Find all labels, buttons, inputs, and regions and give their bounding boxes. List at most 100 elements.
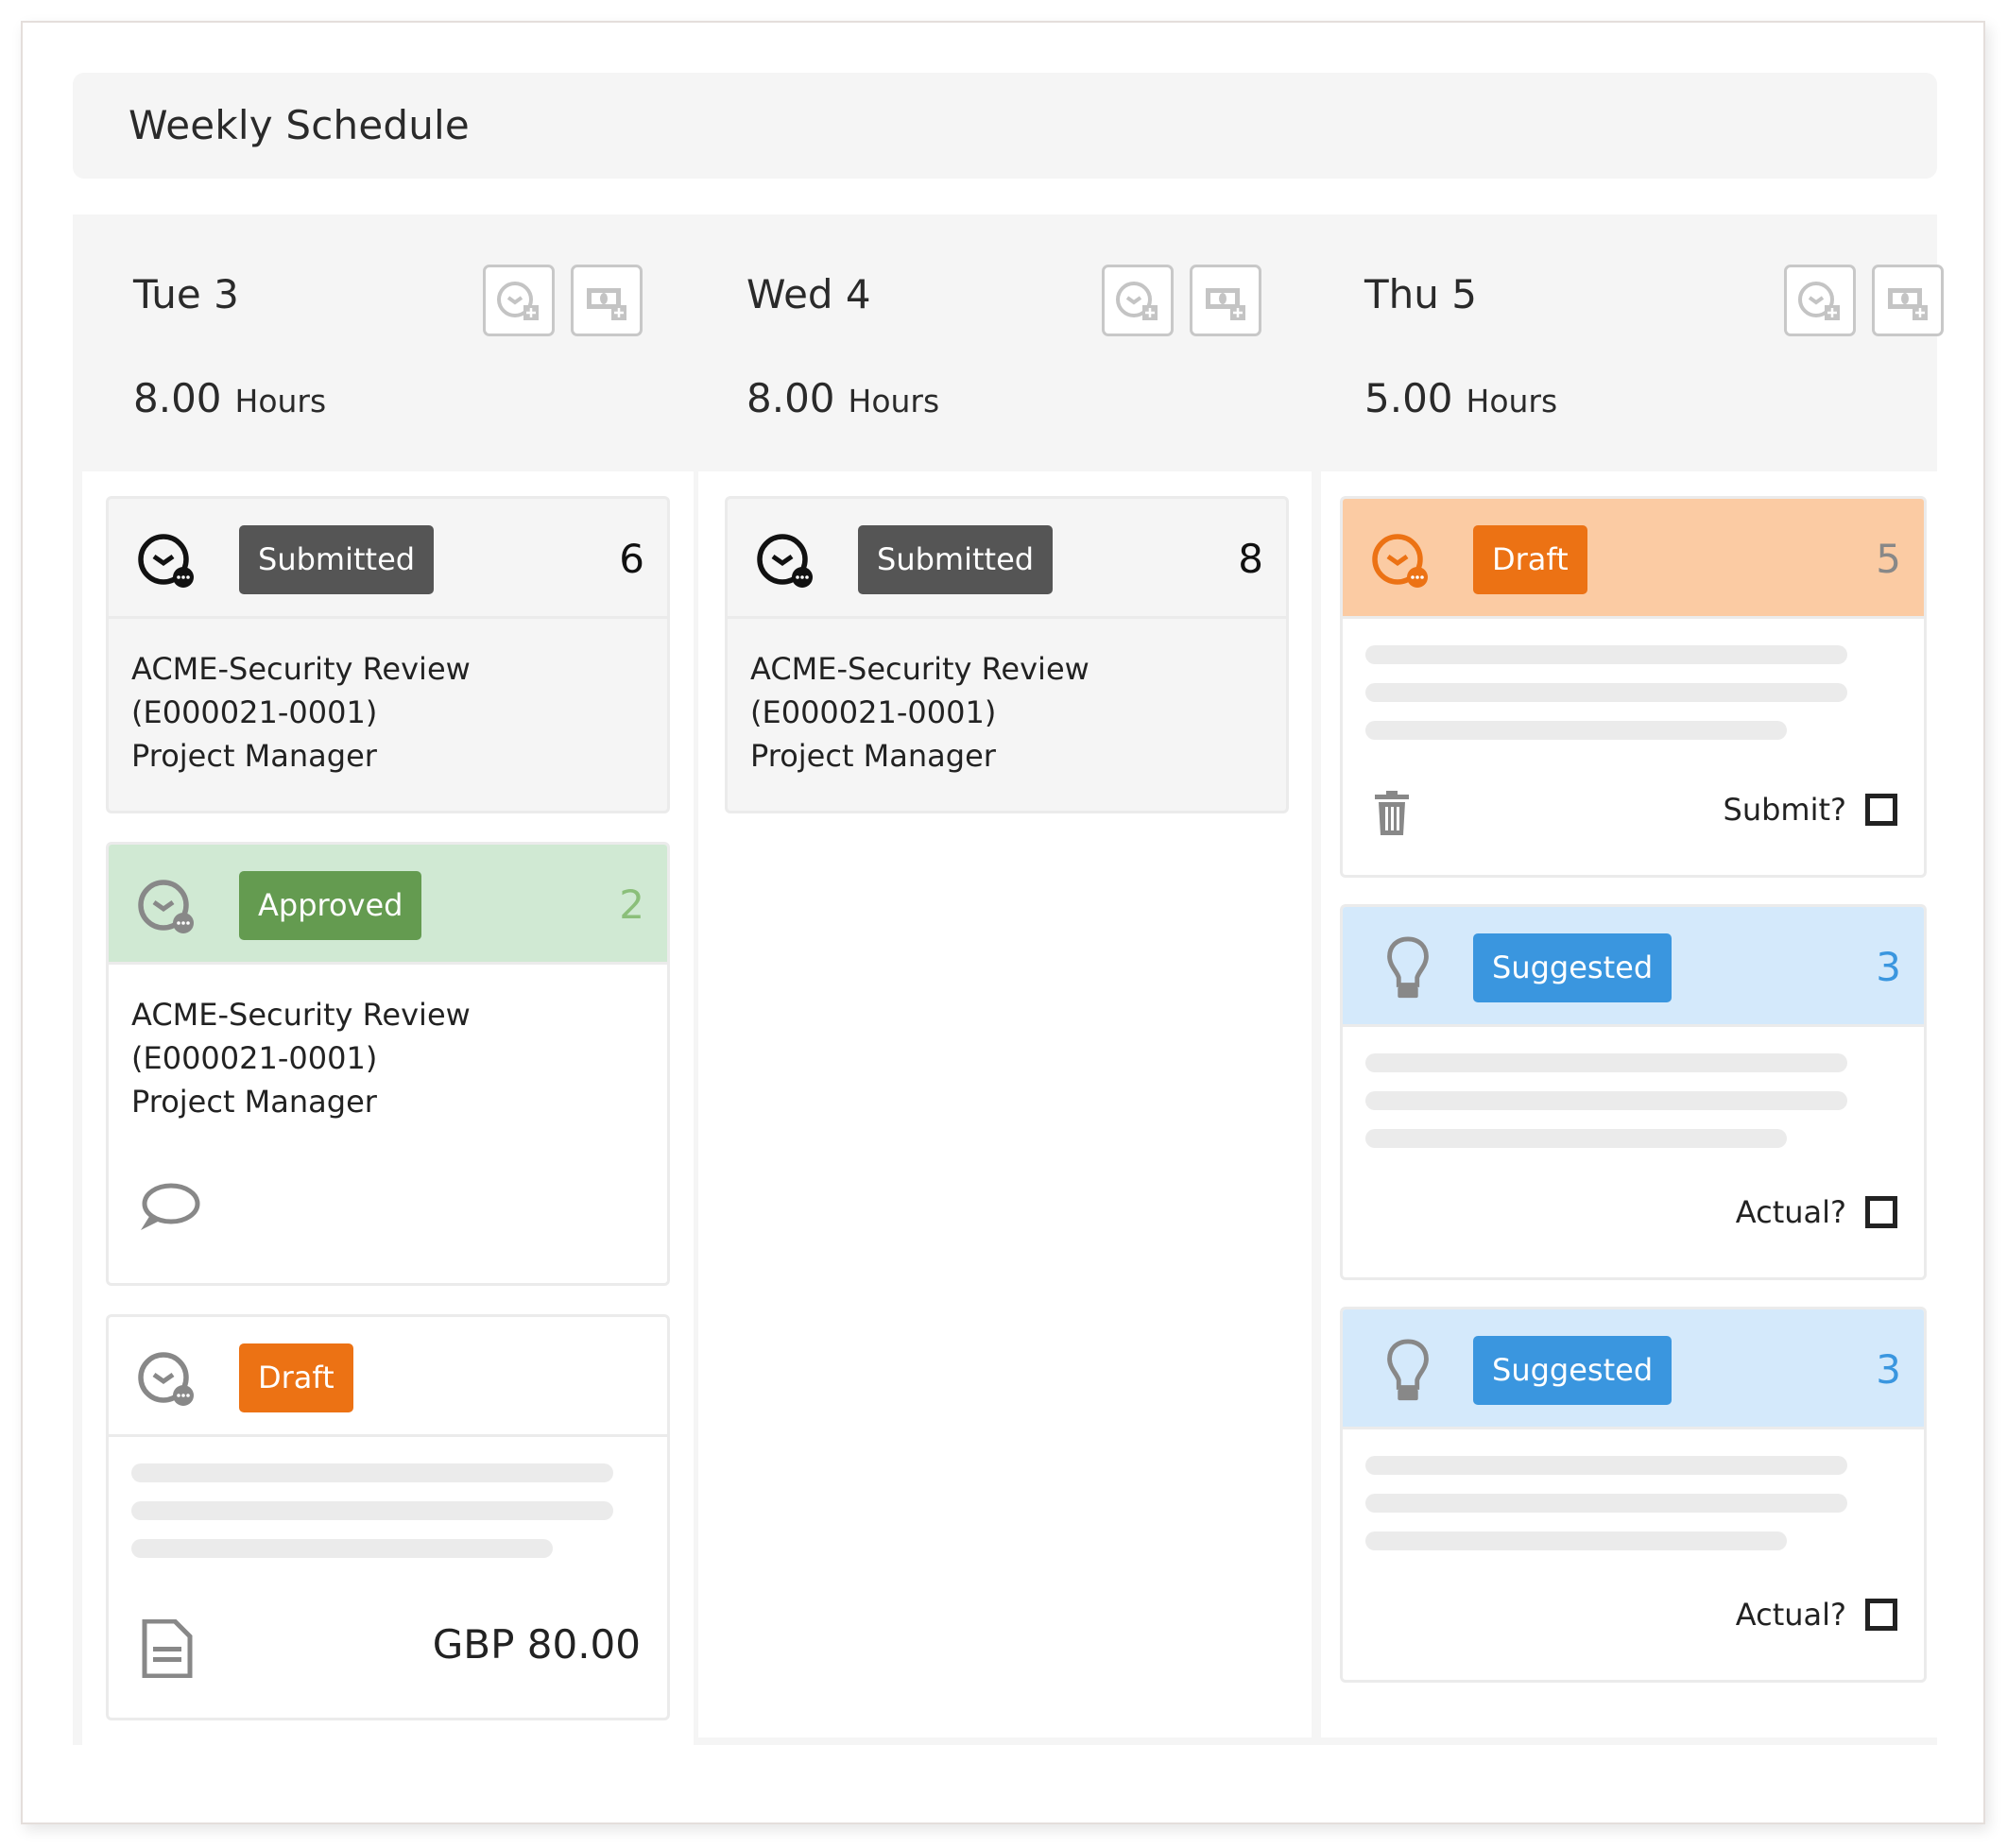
project-name: ACME-Security Review [131, 651, 471, 687]
entry-hours: 6 [619, 536, 644, 582]
project-name: ACME-Security Review [750, 651, 1089, 687]
role: Project Manager [131, 1084, 377, 1120]
card-header: Approved 2 [109, 845, 667, 965]
day-column-tue: Tue 3 8.00 Hours Submitted 6 ACME-Securi… [77, 214, 697, 1753]
day-name: Tue 3 [133, 271, 239, 317]
actual-label: Actual? [1735, 1194, 1846, 1230]
status-badge: Submitted [239, 525, 435, 594]
entry-hours: 2 [619, 881, 644, 928]
entry-hours: 3 [1876, 944, 1901, 990]
submit-label: Submit? [1723, 792, 1847, 828]
day-hours: 5.00 Hours [1364, 375, 1557, 421]
schedule-grid: Tue 3 8.00 Hours Submitted 6 ACME-Securi… [73, 214, 1947, 1753]
actual-checkbox-group: Actual? [1736, 1597, 1897, 1633]
day-header: Thu 5 5.00 Hours [1315, 214, 1944, 471]
card-header: Suggested 3 [1343, 1309, 1924, 1429]
lightbulb-icon [1387, 936, 1429, 999]
card-footer [131, 1181, 644, 1238]
clock-status-icon [138, 880, 194, 933]
day-header: Tue 3 8.00 Hours [77, 214, 697, 471]
suggested-entry-card[interactable]: Suggested 3 Actual? [1340, 904, 1927, 1280]
card-footer: GBP 80.00 [131, 1619, 644, 1678]
actual-checkbox[interactable] [1865, 1196, 1897, 1228]
card-header: Draft [109, 1317, 667, 1437]
role: Project Manager [750, 738, 996, 774]
clock-status-icon [757, 534, 813, 588]
actual-checkbox[interactable] [1865, 1599, 1897, 1631]
hours-value: 8.00 [133, 375, 222, 421]
day-column-wed: Wed 4 8.00 Hours Submitted 8 ACME-Securi… [696, 214, 1315, 1745]
suggested-entry-card[interactable]: Suggested 3 Actual? [1340, 1307, 1927, 1683]
hours-unit: Hours [848, 383, 940, 419]
card-header: Submitted 6 [109, 499, 667, 619]
weekly-schedule-panel: Weekly Schedule Tue 3 8.00 Hours Submitt… [21, 21, 1985, 1824]
project-code: (E000021-0001) [131, 1040, 378, 1076]
expense-amount: GBP 80.00 [432, 1621, 641, 1668]
status-badge: Draft [1473, 525, 1587, 594]
day-name: Thu 5 [1364, 271, 1477, 317]
entry-hours: 5 [1876, 536, 1901, 582]
day-name: Wed 4 [746, 271, 871, 317]
hours-value: 8.00 [746, 375, 835, 421]
card-header: Draft 5 [1343, 499, 1924, 619]
placeholder-lines [1343, 619, 1924, 740]
time-entry-card[interactable]: Approved 2 ACME-Security Review (E000021… [106, 842, 670, 1286]
time-entry-card[interactable]: Submitted 6 ACME-Security Review (E00002… [106, 496, 670, 813]
clock-status-icon [1372, 534, 1428, 588]
day-entries: Submitted 6 ACME-Security Review (E00002… [82, 471, 694, 1753]
expense-entry-card[interactable]: Draft GBP 80.00 [106, 1314, 670, 1720]
add-time-button[interactable] [1784, 265, 1856, 336]
card-header: Submitted 8 [728, 499, 1286, 619]
time-entry-card[interactable]: Submitted 8 ACME-Security Review (E00002… [725, 496, 1289, 813]
status-badge: Draft [239, 1343, 353, 1412]
entry-details: ACME-Security Review (E000021-0001) Proj… [728, 619, 1286, 778]
card-header: Suggested 3 [1343, 907, 1924, 1027]
card-footer: Actual? [1365, 1591, 1901, 1648]
entry-details: ACME-Security Review (E000021-0001) Proj… [109, 619, 667, 778]
day-hours: 8.00 Hours [133, 375, 326, 421]
clock-status-icon [138, 534, 194, 588]
project-code: (E000021-0001) [131, 694, 378, 730]
day-column-thu: Thu 5 5.00 Hours Draft 5 Submit? Suggest… [1315, 214, 1947, 1745]
actual-label: Actual? [1735, 1597, 1846, 1633]
submit-checkbox[interactable] [1865, 794, 1897, 826]
day-entries: Draft 5 Submit? Suggested 3 Actual? Sugg… [1321, 471, 1947, 1737]
money-add-icon [1206, 288, 1245, 320]
clock-add-icon [1116, 282, 1158, 320]
add-expense-button[interactable] [1872, 265, 1944, 336]
entry-hours: 3 [1876, 1346, 1901, 1393]
placeholder-lines [109, 1437, 667, 1558]
add-expense-button[interactable] [571, 265, 643, 336]
status-badge: Suggested [1473, 1336, 1672, 1405]
clock-add-icon [1798, 282, 1840, 320]
day-header: Wed 4 8.00 Hours [696, 214, 1315, 471]
role: Project Manager [131, 738, 377, 774]
submit-checkbox-group: Submit? [1723, 792, 1897, 828]
clock-add-icon [497, 282, 539, 320]
comment-icon[interactable] [137, 1181, 201, 1234]
document-icon[interactable] [141, 1619, 194, 1678]
placeholder-lines [1343, 1027, 1924, 1148]
day-hours: 8.00 Hours [746, 375, 939, 421]
money-add-icon [1888, 288, 1928, 320]
card-footer: Actual? [1365, 1189, 1901, 1245]
add-time-button[interactable] [1102, 265, 1174, 336]
trash-icon[interactable] [1373, 790, 1411, 837]
clock-status-icon [138, 1352, 194, 1406]
hours-value: 5.00 [1364, 375, 1453, 421]
status-badge: Suggested [1473, 933, 1672, 1002]
actual-checkbox-group: Actual? [1736, 1194, 1897, 1230]
entry-details: ACME-Security Review (E000021-0001) Proj… [109, 965, 667, 1123]
card-footer: Submit? [1365, 786, 1901, 843]
page-title: Weekly Schedule [129, 102, 470, 148]
status-badge: Submitted [858, 525, 1054, 594]
placeholder-lines [1343, 1429, 1924, 1550]
project-name: ACME-Security Review [131, 997, 471, 1033]
lightbulb-icon [1387, 1339, 1429, 1401]
add-time-button[interactable] [483, 265, 555, 336]
time-entry-card[interactable]: Draft 5 Submit? [1340, 496, 1927, 878]
project-code: (E000021-0001) [750, 694, 997, 730]
add-expense-button[interactable] [1190, 265, 1261, 336]
hours-unit: Hours [1466, 383, 1558, 419]
day-entries: Submitted 8 ACME-Security Review (E00002… [698, 471, 1312, 1737]
